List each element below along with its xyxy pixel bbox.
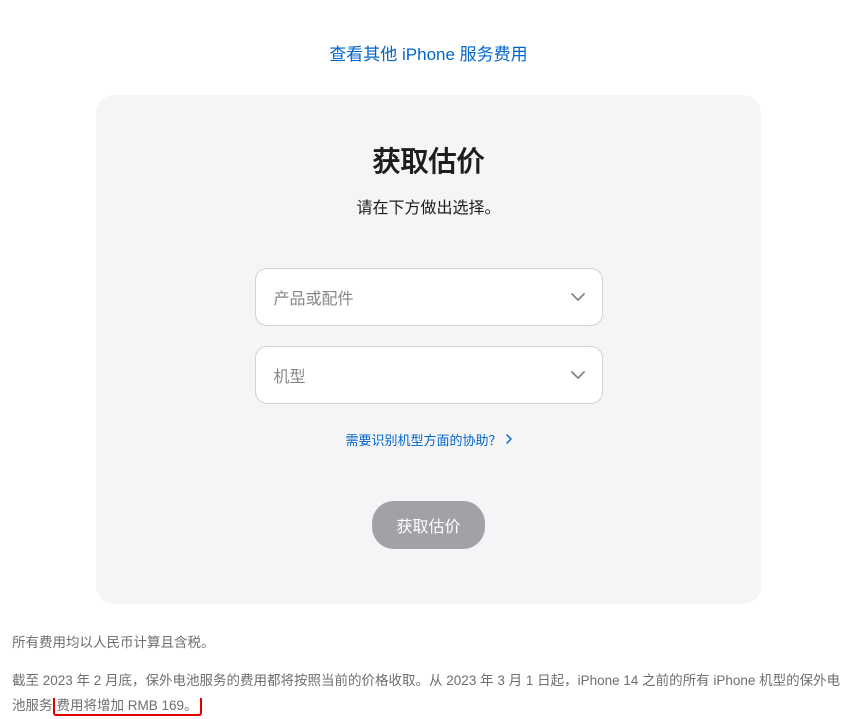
top-link-container: 查看其他 iPhone 服务费用	[0, 0, 857, 95]
other-service-fees-link[interactable]: 查看其他 iPhone 服务费用	[329, 45, 527, 64]
identify-model-help-link[interactable]: 需要识别机型方面的协助？	[345, 430, 511, 449]
footer-line-1: 所有费用均以人民币计算且含税。	[12, 630, 845, 656]
footer-line-2: 截至 2023 年 2 月底，保外电池服务的费用都将按照当前的价格收取。从 20…	[12, 668, 845, 719]
footer-notes: 所有费用均以人民币计算且含税。 截至 2023 年 2 月底，保外电池服务的费用…	[0, 604, 857, 719]
model-select[interactable]: 机型	[255, 346, 603, 404]
product-select-wrap: 产品或配件	[255, 268, 603, 326]
product-select-placeholder: 产品或配件	[274, 285, 354, 309]
card-subtitle: 请在下方做出选择。	[156, 194, 701, 218]
button-row: 获取估价	[156, 501, 701, 549]
model-select-wrap: 机型	[255, 346, 603, 404]
model-select-placeholder: 机型	[274, 363, 306, 387]
estimate-card: 获取估价 请在下方做出选择。 产品或配件 机型 需要识别机型方面的协助？ 获取估…	[96, 95, 761, 604]
get-estimate-button[interactable]: 获取估价	[372, 501, 484, 549]
chevron-right-icon	[506, 432, 512, 447]
price-increase-highlight: 费用将增加 RMB 169。	[53, 698, 202, 716]
card-title: 获取估价	[156, 140, 701, 180]
help-link-text: 需要识别机型方面的协助？	[345, 430, 501, 449]
product-select[interactable]: 产品或配件	[255, 268, 603, 326]
